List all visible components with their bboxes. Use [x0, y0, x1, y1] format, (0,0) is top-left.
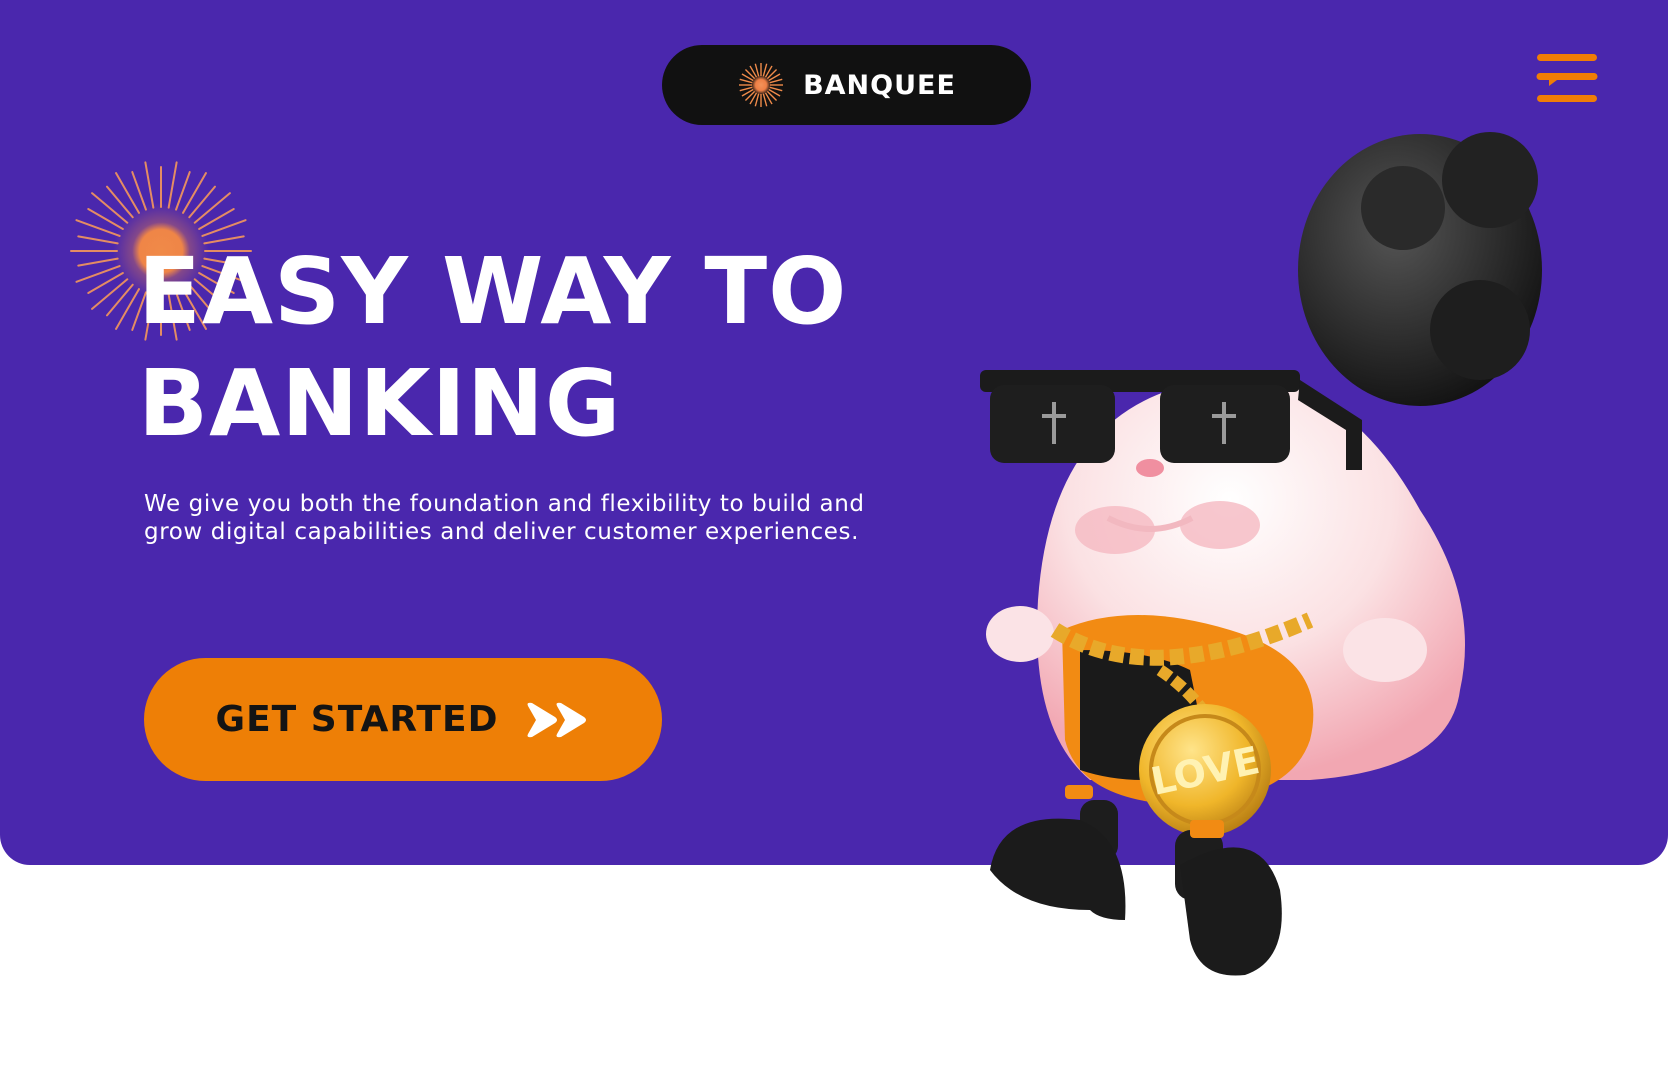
get-started-button[interactable]: GET STARTED — [144, 658, 662, 781]
sun-ray — [77, 235, 119, 245]
sunburst-logo-icon — [739, 63, 784, 107]
hero-headline: EASY WAY TO BANKING — [138, 236, 1038, 460]
logo-ray — [739, 78, 753, 84]
sun-ray — [91, 192, 129, 224]
logo-ray — [739, 86, 753, 92]
hamburger-menu-icon[interactable] — [1535, 52, 1599, 108]
sun-ray — [106, 283, 134, 317]
hero-description: We give you both the foundation and flex… — [144, 491, 865, 545]
sun-ray — [91, 278, 129, 310]
headline-line-1: EASY WAY TO — [138, 238, 848, 345]
logo-ray — [762, 63, 768, 77]
sun-ray — [106, 185, 134, 219]
logo-ray — [769, 86, 783, 92]
get-started-label: GET STARTED — [215, 699, 499, 740]
sun-ray — [77, 257, 119, 267]
logo-ray — [754, 63, 760, 77]
logo-ray — [754, 93, 760, 107]
double-chevron-right-icon — [527, 702, 587, 737]
bunny-mascot-illustration: LOVE — [980, 132, 1542, 976]
sun-ray — [167, 161, 178, 209]
sun-ray — [193, 192, 231, 224]
brand-name: BANQUEE — [803, 69, 956, 101]
logo-ray — [769, 78, 783, 84]
logo-ray — [762, 93, 768, 107]
sun-ray — [144, 161, 155, 209]
sun-ray — [188, 185, 216, 219]
brand-pill[interactable]: BANQUEE — [662, 45, 1031, 125]
headline-line-2: BANKING — [138, 350, 622, 457]
